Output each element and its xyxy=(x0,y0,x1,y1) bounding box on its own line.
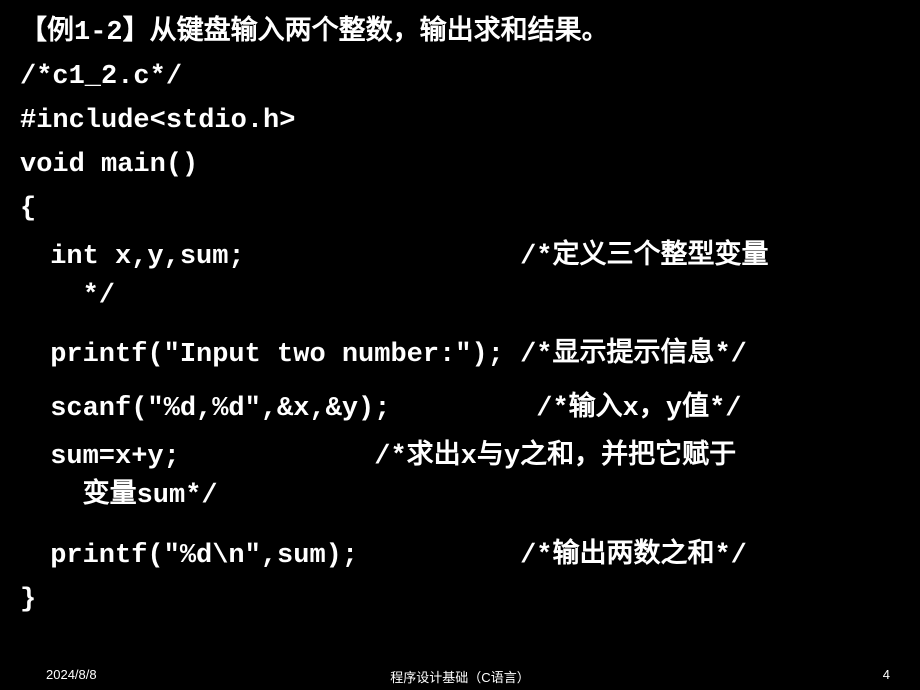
slide-footer: 2024/8/8 程序设计基础（C语言） 4 xyxy=(0,667,920,682)
footer-date: 2024/8/8 xyxy=(46,667,97,682)
code-brace-open: { xyxy=(20,194,900,224)
code-printf-result: printf("%d\n",sum); /*输出两数之和*/ xyxy=(20,531,900,571)
example-title: 【例1-2】从键盘输入两个整数，输出求和结果。 xyxy=(20,8,900,48)
code-sum-assign: sum=x+y; /*求出x与y之和，并把它赋于 变量sum*/ xyxy=(20,438,900,516)
code-printf-prompt: printf("Input two number:"); /*显示提示信息*/ xyxy=(20,330,900,370)
code-scanf: scanf("%d,%d",&x,&y); /*输入x，y值*/ xyxy=(20,384,900,424)
footer-title: 程序设计基础（C语言） xyxy=(390,667,529,686)
code-brace-close: } xyxy=(20,585,900,615)
slide-content: 【例1-2】从键盘输入两个整数，输出求和结果。 /*c1_2.c*/ #incl… xyxy=(0,0,920,615)
code-var-decl: int x,y,sum; /*定义三个整型变量 */ xyxy=(20,238,900,316)
code-main-decl: void main() xyxy=(20,150,900,180)
footer-page-number: 4 xyxy=(883,667,890,682)
code-comment-filename: /*c1_2.c*/ xyxy=(20,62,900,92)
code-include: #include<stdio.h> xyxy=(20,106,900,136)
